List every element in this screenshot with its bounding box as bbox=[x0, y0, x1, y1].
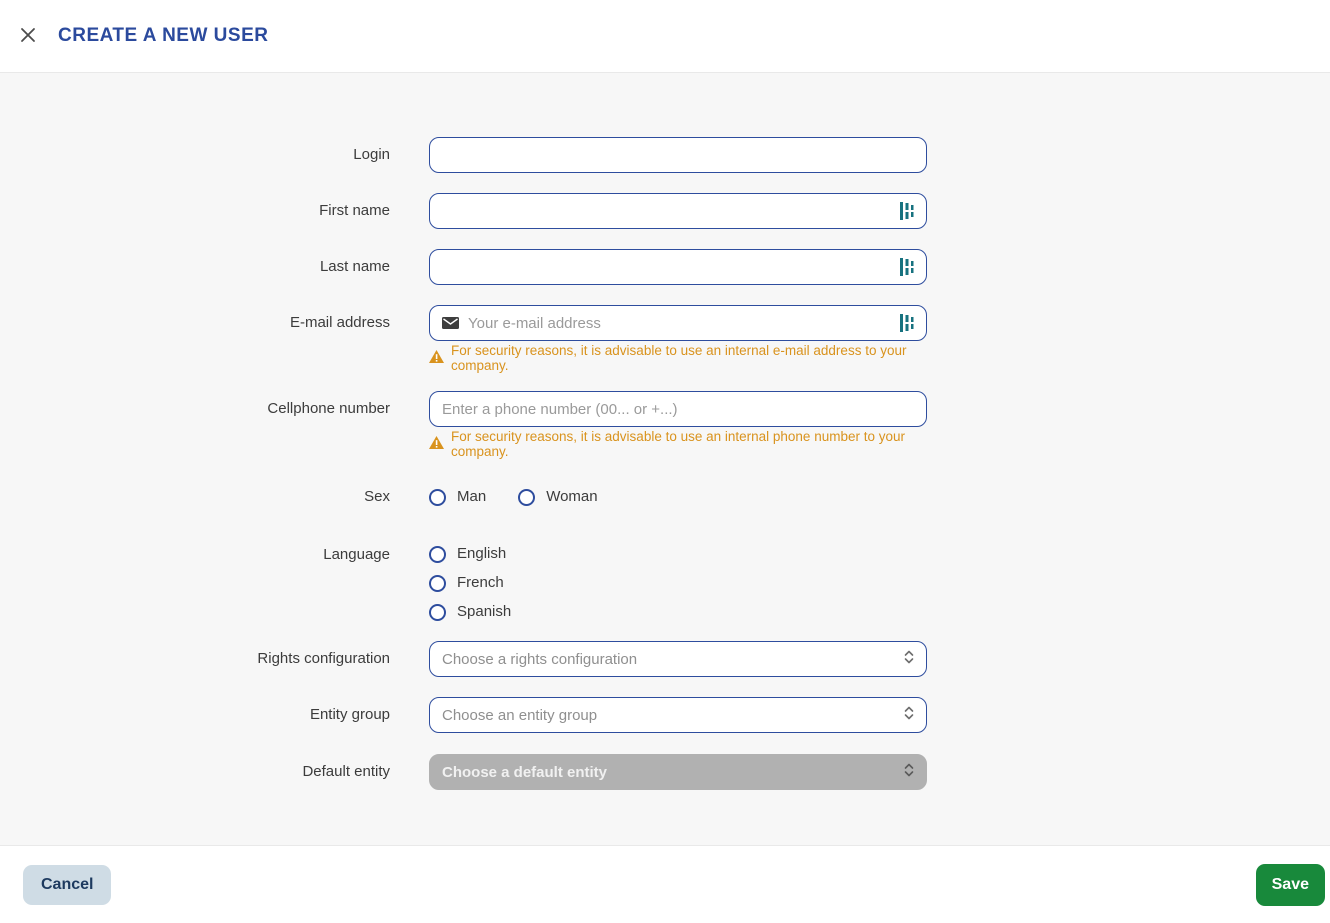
radio-woman[interactable] bbox=[518, 488, 536, 506]
radio-option-woman[interactable]: Woman bbox=[518, 488, 598, 506]
close-icon bbox=[19, 26, 37, 47]
teal-bars-icon bbox=[900, 258, 914, 276]
form-row-login: Login bbox=[0, 137, 1330, 173]
login-input[interactable] bbox=[442, 146, 914, 164]
chevron-up-down-icon bbox=[904, 762, 914, 782]
last-name-input[interactable] bbox=[442, 258, 891, 276]
form-row-cellphone: Cellphone number For security reasons, i… bbox=[0, 391, 1330, 459]
warning-triangle-icon bbox=[429, 436, 444, 452]
entity-group-placeholder: Choose an entity group bbox=[442, 706, 598, 724]
teal-bars-icon bbox=[900, 314, 914, 332]
radio-french-label[interactable]: French bbox=[457, 574, 504, 592]
email-input[interactable] bbox=[468, 314, 891, 332]
form-row-entity-group: Entity group Choose an entity group bbox=[0, 697, 1330, 733]
first-name-label: First name bbox=[319, 202, 390, 219]
language-label: Language bbox=[323, 546, 390, 563]
cellphone-warning: For security reasons, it is advisable to… bbox=[429, 429, 927, 459]
save-button[interactable]: Save bbox=[1255, 863, 1325, 906]
rights-configuration-placeholder: Choose a rights configuration bbox=[442, 650, 638, 668]
form-row-rights-configuration: Rights configuration Choose a rights con… bbox=[0, 641, 1330, 677]
radio-woman-label[interactable]: Woman bbox=[546, 488, 597, 506]
cellphone-input[interactable] bbox=[442, 400, 914, 418]
page-title: CREATE A NEW USER bbox=[58, 25, 269, 46]
rights-configuration-select[interactable]: Choose a rights configuration bbox=[429, 641, 927, 677]
radio-option-french[interactable]: French bbox=[429, 574, 927, 592]
create-user-modal: CREATE A NEW USER Login First name Last … bbox=[0, 0, 1330, 923]
entity-group-label: Entity group bbox=[309, 706, 390, 723]
radio-spanish[interactable] bbox=[429, 603, 446, 621]
chevron-up-down-icon bbox=[904, 649, 914, 669]
email-label: E-mail address bbox=[289, 314, 390, 331]
email-warning-text: For security reasons, it is advisable to… bbox=[451, 343, 907, 373]
email-warning: For security reasons, it is advisable to… bbox=[429, 343, 927, 373]
language-radio-group: English French Spanish bbox=[429, 545, 927, 621]
entity-group-select[interactable]: Choose an entity group bbox=[429, 697, 927, 733]
rights-configuration-label: Rights configuration bbox=[257, 650, 390, 667]
radio-english[interactable] bbox=[429, 545, 446, 563]
default-entity-label: Default entity bbox=[302, 763, 390, 780]
form-row-language: Language English French Spanish bbox=[0, 545, 1330, 621]
last-name-label: Last name bbox=[319, 258, 390, 275]
cellphone-label: Cellphone number bbox=[267, 400, 390, 417]
default-entity-select: Choose a default entity bbox=[429, 754, 927, 790]
default-entity-placeholder: Choose a default entity bbox=[442, 763, 608, 781]
cancel-button[interactable]: Cancel bbox=[23, 864, 112, 905]
radio-option-english[interactable]: English bbox=[429, 545, 927, 563]
close-button[interactable] bbox=[16, 24, 40, 48]
radio-spanish-label[interactable]: Spanish bbox=[457, 603, 511, 621]
radio-option-man[interactable]: Man bbox=[429, 488, 486, 506]
modal-header: CREATE A NEW USER bbox=[0, 0, 1330, 73]
chevron-up-down-icon bbox=[904, 705, 914, 725]
first-name-input-wrap bbox=[429, 193, 927, 229]
form-body: Login First name Last name E-mail addres… bbox=[0, 73, 1330, 845]
form-row-sex: Sex Man Woman bbox=[0, 487, 1330, 507]
form-row-default-entity: Default entity Choose a default entity bbox=[0, 754, 1330, 790]
email-input-wrap bbox=[429, 305, 927, 341]
radio-man[interactable] bbox=[429, 488, 446, 506]
warning-triangle-icon bbox=[429, 350, 444, 366]
login-input-wrap bbox=[429, 137, 927, 173]
modal-footer: Cancel Save bbox=[0, 845, 1330, 923]
last-name-input-wrap bbox=[429, 249, 927, 285]
radio-man-label[interactable]: Man bbox=[457, 488, 486, 506]
first-name-input[interactable] bbox=[442, 202, 891, 220]
form-row-last-name: Last name bbox=[0, 249, 1330, 285]
teal-bars-icon bbox=[900, 202, 914, 220]
radio-option-spanish[interactable]: Spanish bbox=[429, 603, 927, 621]
login-label: Login bbox=[353, 146, 390, 163]
radio-french[interactable] bbox=[429, 574, 446, 592]
form-row-email: E-mail address For security reasons, it bbox=[0, 305, 1330, 373]
envelope-icon bbox=[442, 317, 459, 329]
sex-label: Sex bbox=[364, 488, 390, 505]
sex-radio-group: Man Woman bbox=[429, 488, 927, 506]
form-row-first-name: First name bbox=[0, 193, 1330, 229]
cellphone-input-wrap bbox=[429, 391, 927, 427]
radio-english-label[interactable]: English bbox=[457, 545, 506, 563]
cellphone-warning-text: For security reasons, it is advisable to… bbox=[451, 429, 905, 459]
